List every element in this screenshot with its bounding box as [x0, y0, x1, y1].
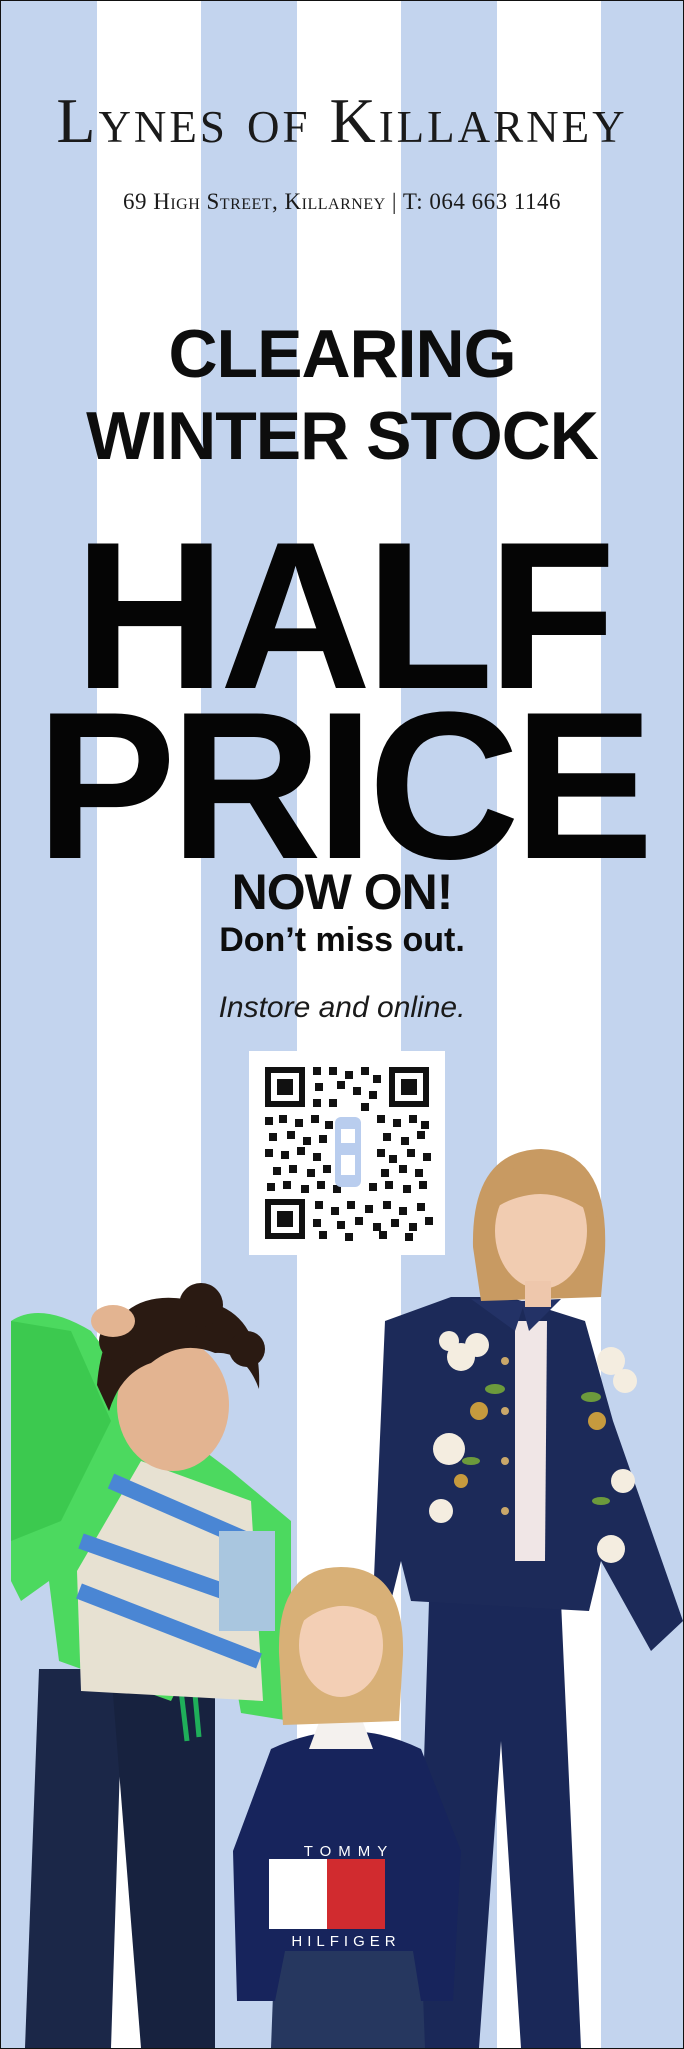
now-on-text: NOW ON! [231, 864, 454, 920]
headline-line-1: CLEARING [168, 316, 516, 392]
sale-banner: Lynes of Killarney 69 High Street, Killa… [0, 0, 684, 2049]
store-name: Lynes of Killarney [56, 85, 628, 156]
children-models-photo [11, 1149, 683, 2048]
instore-online-text: Instore and online. [218, 991, 466, 1024]
dont-miss-text: Don’t miss out. [219, 921, 465, 959]
headline: CLEARING WINTER STOCK [1, 313, 683, 477]
headline-line-2: WINTER STOCK [86, 398, 599, 474]
price-text: PRICE [36, 668, 654, 903]
store-address: 69 High Street, Killarney | T: 064 663 1… [122, 189, 562, 214]
sweater-brand-top: TOMMY [303, 1843, 395, 1860]
sweater-brand-bottom: HILFIGER [291, 1933, 401, 1950]
